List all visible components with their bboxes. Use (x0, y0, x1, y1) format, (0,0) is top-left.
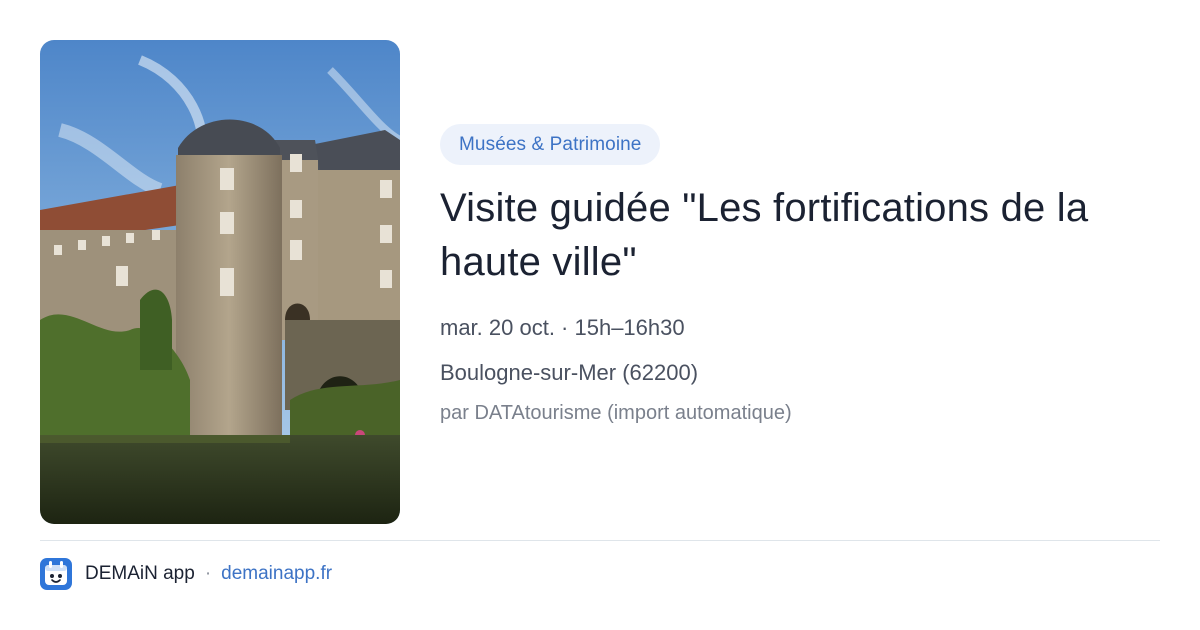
event-details: Musées & Patrimoine Visite guidée "Les f… (440, 124, 1160, 427)
app-url-link[interactable]: demainapp.fr (221, 563, 332, 585)
event-photo (40, 40, 400, 524)
event-location: Boulogne-sur-Mer (62200) (440, 360, 699, 385)
footer-divider (40, 540, 1160, 541)
event-card[interactable]: Musées & Patrimoine Visite guidée "Les f… (0, 0, 1200, 630)
footer: DEMAiN app · demainapp.fr (40, 558, 332, 590)
event-datetime: mar. 20 oct. · 15h–16h30 (440, 315, 685, 340)
category-badge[interactable]: Musées & Patrimoine (440, 124, 661, 165)
demain-logo-icon[interactable] (40, 558, 72, 590)
event-title[interactable]: Visite guidée "Les fortifications de la … (440, 181, 1160, 289)
app-name[interactable]: DEMAiN app (85, 563, 195, 585)
event-source: par DATAtourisme (import automatique) (440, 402, 792, 424)
footer-separator: · (204, 563, 212, 584)
